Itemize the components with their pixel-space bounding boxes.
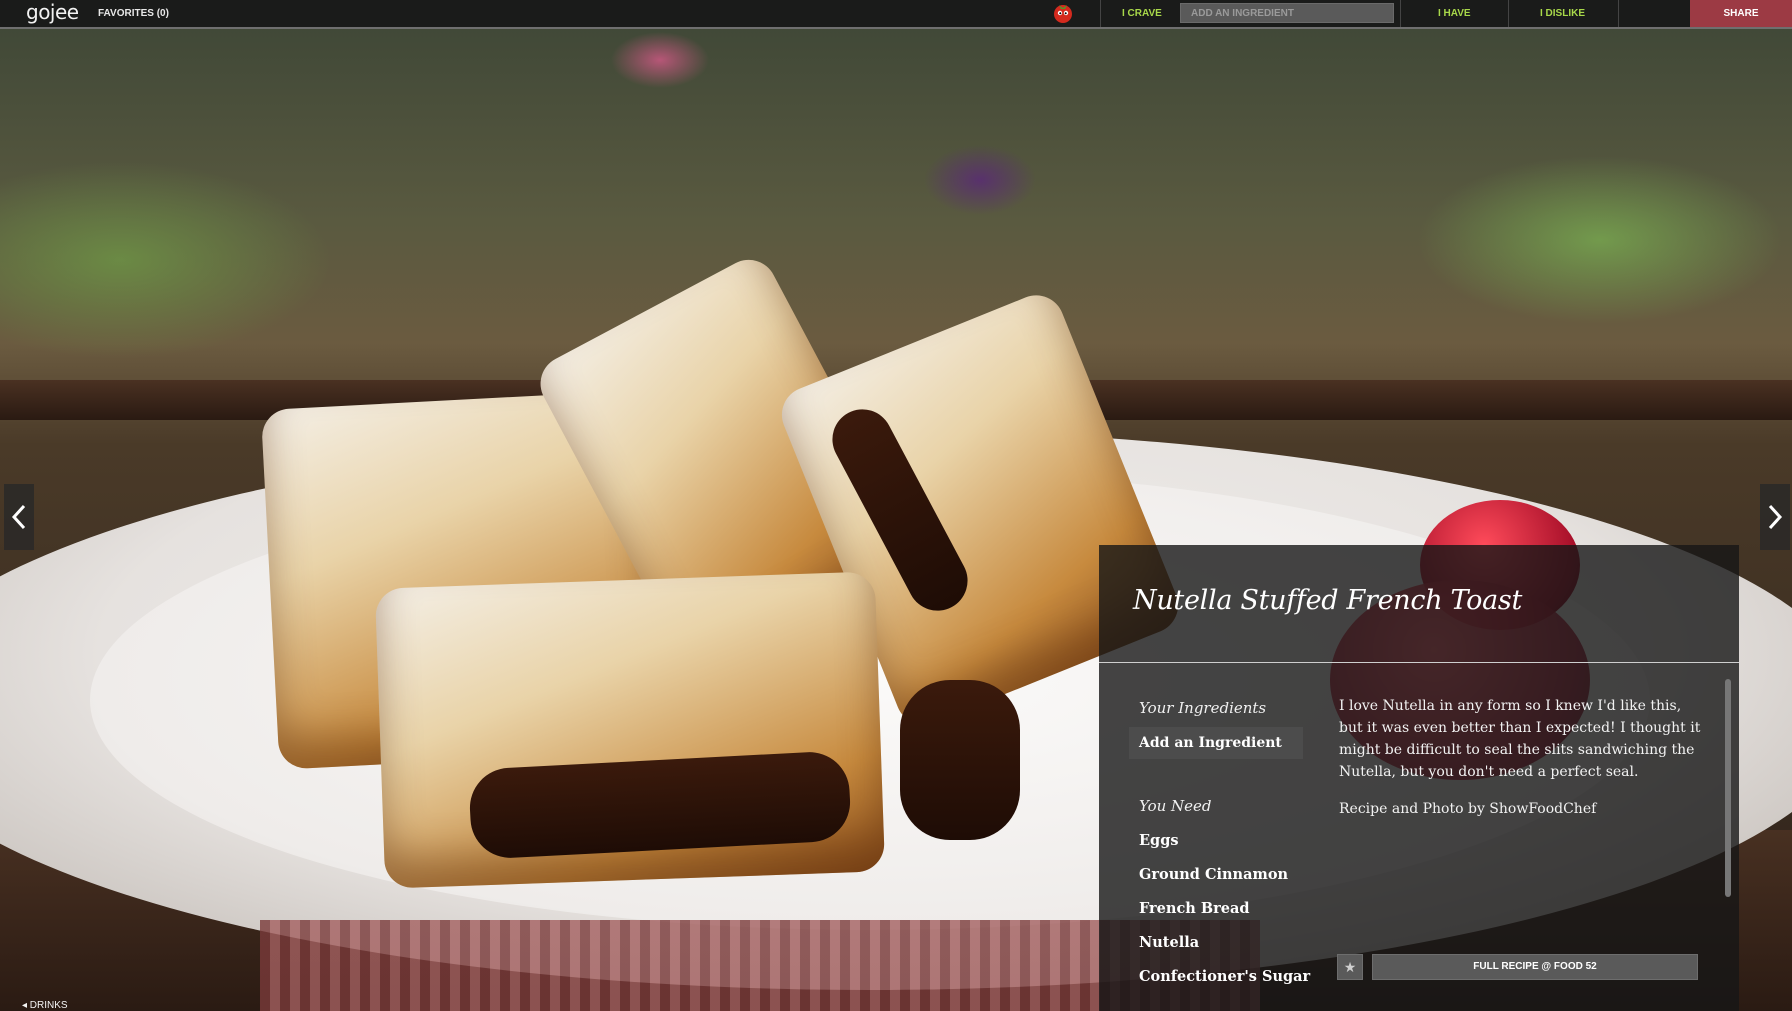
ingredient-search-input[interactable] xyxy=(1180,3,1394,23)
i-crave-link[interactable]: I CRAVE xyxy=(1122,0,1162,27)
ingredient-item[interactable]: Confectioner's Sugar xyxy=(1139,967,1310,1001)
ingredient-list: Eggs Ground Cinnamon French Bread Nutell… xyxy=(1139,831,1310,1001)
you-need-heading: You Need xyxy=(1139,797,1212,815)
topbar-divider xyxy=(1618,0,1619,27)
i-dislike-link[interactable]: I DISLIKE xyxy=(1540,0,1585,27)
your-ingredients-heading: Your Ingredients xyxy=(1139,699,1267,717)
full-recipe-button[interactable]: FULL RECIPE @ FOOD 52 xyxy=(1372,954,1698,980)
ingredient-item[interactable]: French Bread xyxy=(1139,899,1310,933)
gojee-logo[interactable]: gojee xyxy=(26,0,79,27)
recipe-title: Nutella Stuffed French Toast xyxy=(1133,585,1523,616)
drinks-link[interactable]: ◂ DRINKS xyxy=(22,1000,68,1011)
prev-recipe-button[interactable] xyxy=(4,484,34,550)
favorites-link[interactable]: FAVORITES (0) xyxy=(98,0,169,27)
top-bar: gojee FAVORITES (0) I CRAVE I HAVE I DIS… xyxy=(0,0,1792,29)
title-divider xyxy=(1099,662,1739,663)
topbar-divider xyxy=(1100,0,1101,27)
recipe-panel: Nutella Stuffed French Toast Your Ingred… xyxy=(1099,545,1739,1011)
recipe-credit: Recipe and Photo by ShowFoodChef xyxy=(1339,801,1597,817)
favorite-star-button[interactable]: ★ xyxy=(1337,954,1363,980)
i-have-link[interactable]: I HAVE xyxy=(1438,0,1471,27)
tomato-mascot-icon xyxy=(1054,5,1072,23)
panel-scrollbar[interactable] xyxy=(1725,679,1731,897)
next-recipe-button[interactable] xyxy=(1760,484,1790,550)
recipe-description: I love Nutella in any form so I knew I'd… xyxy=(1339,698,1701,780)
topbar-divider xyxy=(1508,0,1509,27)
star-icon: ★ xyxy=(1343,958,1357,975)
chevron-right-icon xyxy=(1768,504,1783,530)
ingredient-item[interactable]: Ground Cinnamon xyxy=(1139,865,1310,899)
add-ingredient-button[interactable]: Add an Ingredient xyxy=(1129,727,1303,759)
photo-nutella xyxy=(900,680,1020,840)
ingredient-item[interactable]: Nutella xyxy=(1139,933,1310,967)
ingredient-item[interactable]: Eggs xyxy=(1139,831,1310,865)
topbar-divider xyxy=(1400,0,1401,27)
chevron-left-icon xyxy=(11,504,26,530)
share-button[interactable]: SHARE xyxy=(1690,0,1792,27)
